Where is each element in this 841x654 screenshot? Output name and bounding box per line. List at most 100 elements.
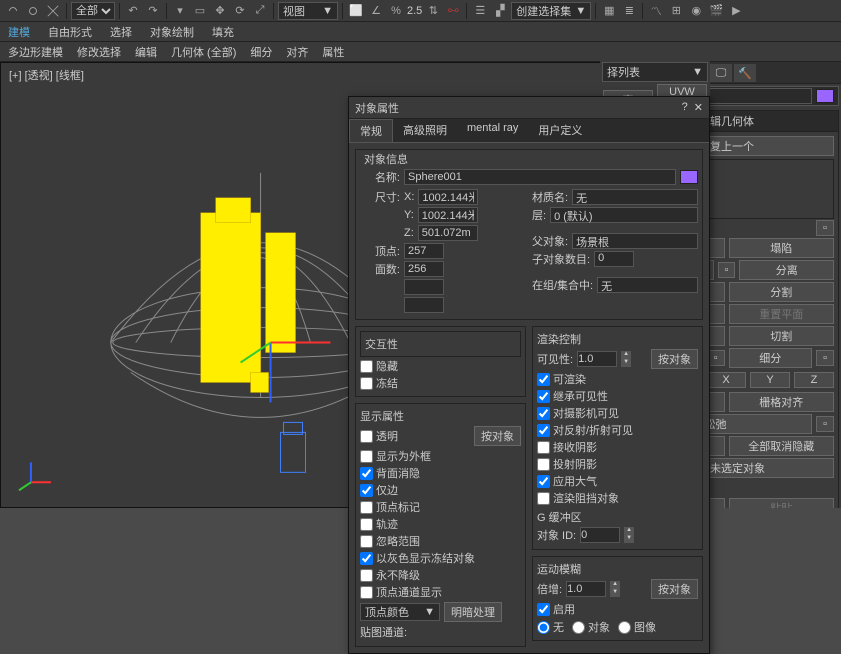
byobject3-button[interactable]: 按对象 <box>651 579 698 599</box>
hide-checkbox[interactable] <box>360 360 373 373</box>
dispprops-label: 显示属性 <box>360 408 521 424</box>
schematic-icon[interactable]: ⊞ <box>667 2 685 20</box>
neverdegrade-checkbox[interactable] <box>360 569 373 582</box>
inheritvis-checkbox[interactable] <box>537 390 550 403</box>
layers-icon[interactable]: ≣ <box>620 2 638 20</box>
unlink-icon[interactable] <box>24 2 42 20</box>
object-properties-dialog: 对象属性 ? ✕ 常规 高级照明 mental ray 用户定义 对象信息 名称… <box>348 96 710 654</box>
curve-editor-icon[interactable]: 〽 <box>647 2 665 20</box>
redo-icon[interactable]: ↷ <box>144 2 162 20</box>
split-button[interactable]: 分割 <box>729 282 835 302</box>
paste-button[interactable]: 粘贴 <box>729 498 835 508</box>
ribbon-tabs: 建模 自由形式 选择 对象绘制 填充 <box>0 22 841 42</box>
planar-y[interactable]: Y <box>750 372 790 388</box>
percent-snap-icon[interactable]: % <box>387 2 405 20</box>
detach-button[interactable]: 分离 <box>739 260 834 280</box>
tab-advlight[interactable]: 高级照明 <box>393 119 457 142</box>
ribbon-panel[interactable]: 属性 <box>322 44 344 60</box>
align-icon[interactable]: ▦ <box>600 2 618 20</box>
mb-enabled-checkbox[interactable] <box>537 603 550 616</box>
unhideall-button[interactable]: 全部取消隐藏 <box>729 436 835 456</box>
ribbon-tab[interactable]: 建模 <box>8 24 30 40</box>
cut-button[interactable]: 切割 <box>729 326 835 346</box>
backface-checkbox[interactable] <box>360 467 373 480</box>
collapse-button[interactable]: 塌陷 <box>729 238 835 258</box>
objid-input[interactable] <box>580 527 620 543</box>
ribbon-panel[interactable]: 多边形建模 <box>8 44 63 60</box>
tab-userdef[interactable]: 用户定义 <box>528 119 592 142</box>
recvshadow-checkbox[interactable] <box>537 441 550 454</box>
move-icon[interactable]: ✥ <box>211 2 229 20</box>
tessellate-button[interactable]: 细分 <box>729 348 813 368</box>
trajectory-checkbox[interactable] <box>360 518 373 531</box>
snap-toggle-icon[interactable]: ⬜ <box>347 2 365 20</box>
planar-x[interactable]: X <box>706 372 746 388</box>
utilities-tab-icon[interactable]: 🔨 <box>734 64 756 82</box>
render-setup-icon[interactable]: 🎬 <box>707 2 725 20</box>
planar-z[interactable]: Z <box>794 372 834 388</box>
vis2refl-checkbox[interactable] <box>537 424 550 437</box>
freeze-checkbox[interactable] <box>360 377 373 390</box>
castshadow-checkbox[interactable] <box>537 458 550 471</box>
ribbon-tab[interactable]: 自由形式 <box>48 24 92 40</box>
dialog-title: 对象属性 <box>355 100 399 116</box>
mb-obj-radio[interactable] <box>572 621 585 634</box>
ref-coord-dropdown[interactable]: 视图▼ <box>278 2 338 20</box>
byobject2-button[interactable]: 按对象 <box>651 349 698 369</box>
mirror-icon[interactable]: ▞ <box>491 2 509 20</box>
color-swatch[interactable] <box>680 170 698 184</box>
ribbon-tab[interactable]: 选择 <box>110 24 132 40</box>
rotate-icon[interactable]: ⟳ <box>231 2 249 20</box>
name-input[interactable] <box>404 169 676 185</box>
ribbon-panel[interactable]: 细分 <box>250 44 272 60</box>
render-icon[interactable]: ▶ <box>727 2 745 20</box>
scale-icon[interactable]: ⤢ <box>251 2 269 20</box>
help-icon[interactable]: ? <box>682 101 688 114</box>
ignoreextents-checkbox[interactable] <box>360 535 373 548</box>
material-icon[interactable]: ◉ <box>687 2 705 20</box>
ribbon-tab[interactable]: 填充 <box>212 24 234 40</box>
visibility-input[interactable] <box>577 351 617 367</box>
vertchannel-checkbox[interactable] <box>360 586 373 599</box>
mb-none-radio[interactable] <box>537 621 550 634</box>
mb-img-radio[interactable] <box>618 621 631 634</box>
gridalign-button[interactable]: 栅格对齐 <box>729 392 835 412</box>
ribbon-panel[interactable]: 修改选择 <box>77 44 121 60</box>
selection-set-dropdown[interactable]: 创建选择集▼ <box>511 2 591 20</box>
angle-snap-icon[interactable]: ∠ <box>367 2 385 20</box>
main-toolbar: 全部 ↶ ↷ ▾ ▭ ✥ ⟳ ⤢ 视图▼ ⬜ ∠ % 2.5 ⇅ ⧟ ☰ ▞ 创… <box>0 0 841 22</box>
resetplane-button[interactable]: 重置平面 <box>729 304 835 324</box>
asbox-checkbox[interactable] <box>360 450 373 463</box>
ribbon-panel[interactable]: 几何体 (全部) <box>171 44 236 60</box>
tab-mentalray[interactable]: mental ray <box>457 119 528 142</box>
magnet-icon[interactable]: ⧟ <box>444 2 462 20</box>
mb-mult-input[interactable] <box>566 581 606 597</box>
object-color-swatch[interactable] <box>816 89 834 103</box>
ribbon-panel[interactable]: 编辑 <box>135 44 157 60</box>
tab-general[interactable]: 常规 <box>349 119 393 142</box>
grayfrozen-checkbox[interactable] <box>360 552 373 565</box>
filter-dropdown[interactable]: 全部 <box>71 2 115 20</box>
named-sel-icon[interactable]: ☰ <box>471 2 489 20</box>
keep-uv-settings[interactable]: ▫ <box>816 220 834 236</box>
vertcolor-dropdown[interactable]: 顶点颜色▼ <box>360 603 440 621</box>
occluded-checkbox[interactable] <box>537 492 550 505</box>
byobject-button[interactable]: 按对象 <box>474 426 521 446</box>
vis2cam-checkbox[interactable] <box>537 407 550 420</box>
atmos-checkbox[interactable] <box>537 475 550 488</box>
link-icon[interactable] <box>4 2 22 20</box>
renderable-checkbox[interactable] <box>537 373 550 386</box>
edgesonly-checkbox[interactable] <box>360 484 373 497</box>
motionblur-label: 运动模糊 <box>537 561 698 577</box>
ribbon-tab[interactable]: 对象绘制 <box>150 24 194 40</box>
vertticks-checkbox[interactable] <box>360 501 373 514</box>
seethrough-checkbox[interactable] <box>360 430 373 443</box>
display-tab-icon[interactable]: 🖵 <box>710 64 732 82</box>
spinner-icon[interactable]: ⇅ <box>424 2 442 20</box>
close-icon[interactable]: ✕ <box>694 101 703 114</box>
bind-icon[interactable] <box>44 2 62 20</box>
select-rect-icon[interactable]: ▭ <box>191 2 209 20</box>
ribbon-panel[interactable]: 对齐 <box>286 44 308 60</box>
undo-icon[interactable]: ↶ <box>124 2 142 20</box>
select-icon[interactable]: ▾ <box>171 2 189 20</box>
